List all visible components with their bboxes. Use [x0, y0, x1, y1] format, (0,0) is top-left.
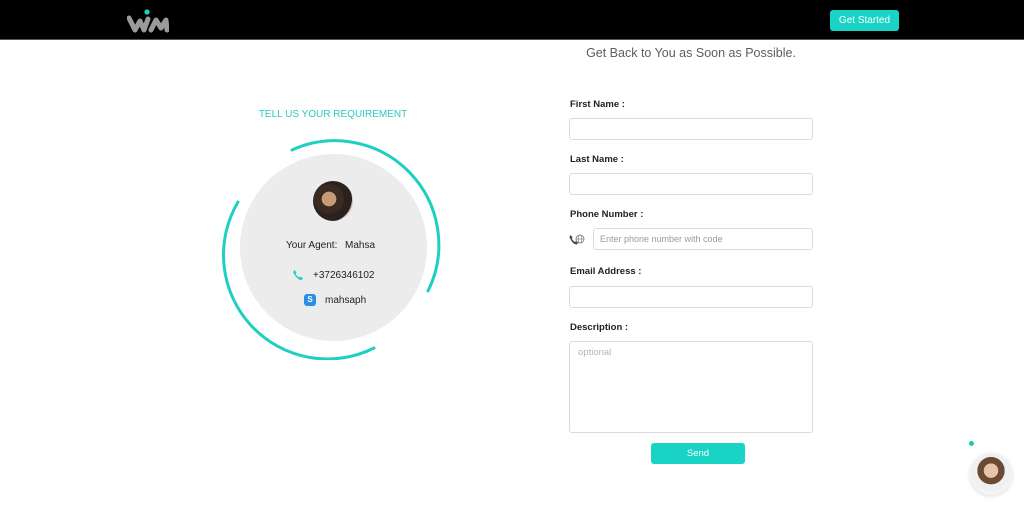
agent-label: Your Agent: — [286, 240, 338, 251]
agent-phone[interactable]: +3726346102 — [313, 270, 374, 281]
email-input[interactable] — [569, 286, 813, 308]
agent-avatar — [313, 181, 353, 221]
agent-skype[interactable]: mahsaph — [325, 295, 366, 306]
skype-icon: S — [304, 294, 316, 306]
phone-number-label: Phone Number : — [570, 209, 644, 220]
phone-icon — [293, 270, 303, 280]
last-name-label: Last Name : — [570, 154, 624, 165]
first-name-label: First Name : — [570, 99, 625, 110]
first-name-input[interactable] — [569, 118, 813, 140]
phone-number-input[interactable] — [593, 228, 813, 250]
description-textarea[interactable] — [569, 341, 813, 433]
logo-icon[interactable] — [127, 8, 169, 34]
chat-widget-avatar[interactable] — [970, 453, 1012, 495]
get-started-button[interactable]: Get Started — [830, 10, 899, 31]
page-subtitle: Get Back to You as Soon as Possible. — [586, 46, 796, 60]
phone-globe-icon — [569, 234, 585, 245]
agent-name: Mahsa — [345, 240, 376, 251]
email-label: Email Address : — [570, 266, 642, 277]
send-button[interactable]: Send — [651, 443, 745, 464]
online-status-dot — [969, 441, 974, 446]
description-label: Description : — [570, 322, 629, 333]
last-name-input[interactable] — [569, 173, 813, 195]
top-navbar: Get Started — [0, 0, 1024, 40]
section-title: TELL US YOUR REQUIREMENT — [258, 109, 408, 120]
